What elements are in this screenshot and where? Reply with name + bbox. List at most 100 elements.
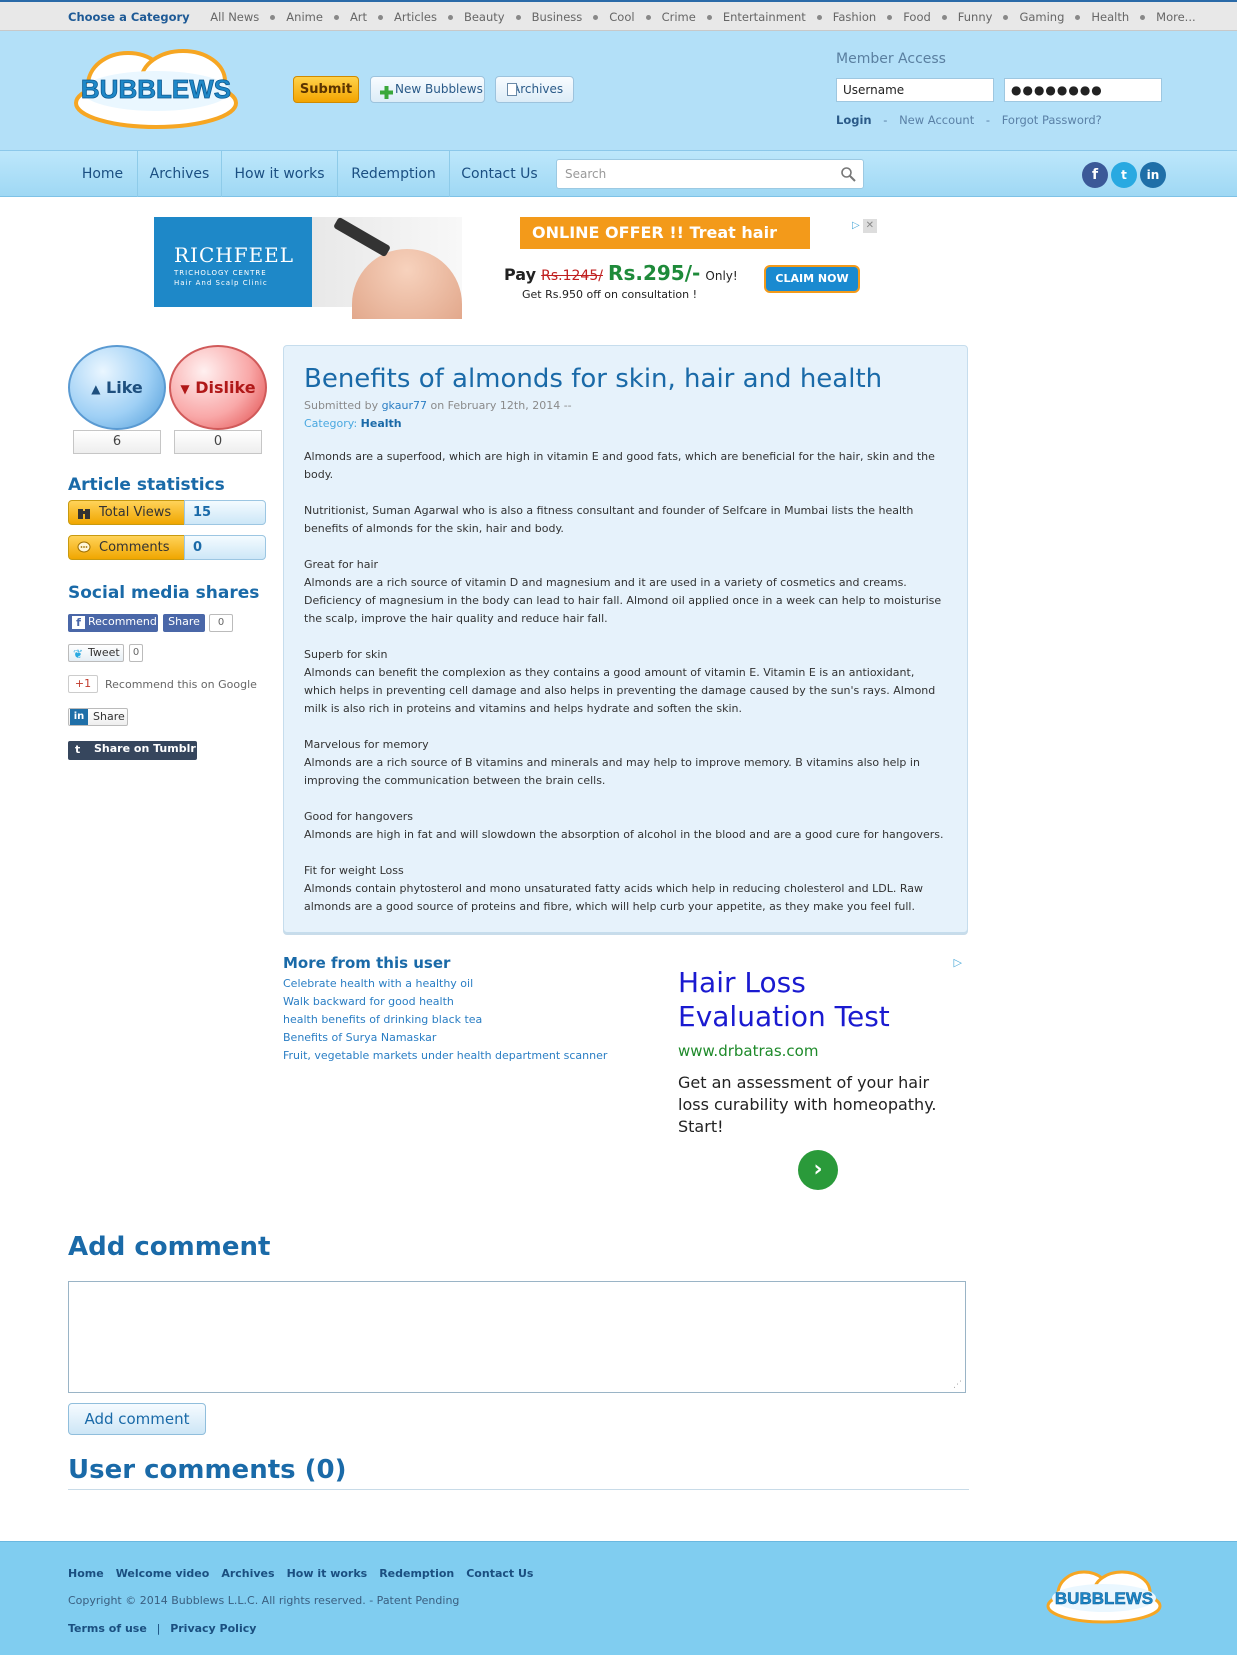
speech-bubble-icon: [77, 540, 91, 554]
ad-head-image: [312, 216, 462, 319]
member-links: Login - New Account - Forgot Password?: [836, 113, 1102, 127]
category-link[interactable]: Crime: [662, 10, 696, 24]
google-plus-one-button[interactable]: +1: [68, 675, 98, 693]
twitter-icon[interactable]: t: [1111, 162, 1137, 188]
archives-button[interactable]: Archives: [495, 76, 574, 103]
more-from-user-list: Celebrate health with a healthy oil Walk …: [283, 975, 607, 1065]
comb-image: [333, 216, 391, 258]
ad-discount: Get Rs.950 off on consultation !: [522, 288, 698, 301]
more-from-user-link[interactable]: Walk backward for good health: [283, 993, 607, 1011]
tweet-button[interactable]: ❦ Tweet: [68, 644, 124, 662]
facebook-share-button[interactable]: Share: [163, 614, 205, 632]
footer-link[interactable]: Archives: [221, 1567, 274, 1580]
copyright: Copyright © 2014 Bubblews L.L.C. All rig…: [68, 1594, 460, 1607]
nav-contact-us[interactable]: Contact Us: [450, 151, 549, 197]
category-link[interactable]: Anime: [286, 10, 323, 24]
category-link[interactable]: Beauty: [464, 10, 505, 24]
new-bubblews-button[interactable]: New Bubblews: [370, 76, 485, 103]
side-ad-url[interactable]: www.drbatras.com: [678, 1042, 818, 1060]
category-bar: Choose a Category All News Anime Art Articl…: [0, 0, 1237, 31]
category-link[interactable]: All News: [210, 10, 259, 24]
footer-link[interactable]: Redemption: [379, 1567, 454, 1580]
page: Choose a Category All News Anime Art Articl…: [0, 0, 1237, 1655]
comments-value: 0: [184, 535, 266, 560]
privacy-link[interactable]: Privacy Policy: [170, 1622, 256, 1635]
search-icon[interactable]: [840, 166, 856, 182]
separator-dot: [515, 15, 521, 20]
username-input[interactable]: Username: [836, 78, 994, 102]
category-link[interactable]: Health: [361, 417, 402, 430]
footer-links: Home Welcome video Archives How it works Red…: [68, 1567, 545, 1580]
richfeel-block: RICHFEEL TRICHOLOGY CENTRE Hair And Scal…: [154, 217, 312, 307]
article-paragraph: Superb for skin Almonds can benefit the …: [304, 648, 936, 715]
ad-choices-icon[interactable]: ▷: [954, 956, 962, 969]
search-input[interactable]: Search: [556, 159, 864, 189]
like-button[interactable]: ▲ Like: [68, 345, 166, 430]
category-link[interactable]: Business: [532, 10, 583, 24]
bubblews-logo[interactable]: BUBBLEWS: [68, 45, 248, 133]
terms-link[interactable]: Terms of use: [68, 1622, 147, 1635]
more-from-user-link[interactable]: Celebrate health with a healthy oil: [283, 975, 607, 993]
article-title: Benefits of almonds for skin, hair and h…: [304, 364, 883, 394]
tumblr-share-button[interactable]: t Share on Tumblr: [68, 741, 197, 760]
dislike-button[interactable]: ▼ Dislike: [169, 345, 267, 430]
footer-link[interactable]: Welcome video: [116, 1567, 210, 1580]
category-link[interactable]: Articles: [394, 10, 437, 24]
nav-archives[interactable]: Archives: [138, 151, 222, 197]
login-link[interactable]: Login: [836, 113, 872, 127]
resize-handle-icon[interactable]: ⋰: [953, 1380, 962, 1390]
linkedin-small-icon: in: [70, 709, 88, 725]
ad-choices-icon[interactable]: ▷ ✕: [852, 219, 882, 233]
ad-banner[interactable]: RICHFEEL TRICHOLOGY CENTRE Hair And Scal…: [154, 216, 883, 319]
archives-label: Archives: [512, 82, 564, 96]
category-link[interactable]: Entertainment: [723, 10, 806, 24]
document-icon: [507, 83, 517, 96]
category-link[interactable]: Gaming: [1019, 10, 1064, 24]
separator-dot: [1003, 15, 1009, 20]
comment-textarea[interactable]: ⋰: [68, 1281, 966, 1393]
footer-link[interactable]: How it works: [287, 1567, 368, 1580]
linkedin-icon[interactable]: in: [1140, 162, 1166, 188]
new-account-link[interactable]: New Account: [899, 113, 974, 127]
submit-button[interactable]: Submit: [293, 76, 359, 103]
more-from-user-link[interactable]: Benefits of Surya Namaskar: [283, 1029, 607, 1047]
separator-dot: [270, 15, 276, 20]
category-link[interactable]: Food: [903, 10, 931, 24]
footer-logo[interactable]: BUBBLEWS: [1044, 1566, 1164, 1626]
side-ad[interactable]: ▷ Hair Loss Evaluation Test www.drbatras…: [664, 950, 970, 1200]
footer-link[interactable]: Home: [68, 1567, 104, 1580]
ad-brand: RICHFEEL: [174, 243, 295, 267]
category-link[interactable]: More...: [1156, 10, 1195, 24]
nav-how-it-works[interactable]: How it works: [222, 151, 338, 197]
password-input[interactable]: ●●●●●●●●: [1004, 78, 1162, 102]
category-link[interactable]: Fashion: [833, 10, 876, 24]
separator-dot: [333, 15, 339, 20]
category-link[interactable]: Art: [350, 10, 367, 24]
category-link[interactable]: Cool: [609, 10, 634, 24]
category-label: Choose a Category: [68, 10, 190, 24]
more-from-user-link[interactable]: Fruit, vegetable markets under health de…: [283, 1047, 607, 1065]
forgot-password-link[interactable]: Forgot Password?: [1002, 113, 1102, 127]
bald-head-image: [352, 249, 462, 319]
up-arrow-icon: ▲: [91, 382, 101, 396]
facebook-recommend-button[interactable]: f Recommend: [68, 614, 158, 632]
category-link[interactable]: Funny: [958, 10, 993, 24]
separator-dot: [645, 15, 651, 20]
article-body: Almonds are a superfood, which are high …: [304, 448, 949, 934]
facebook-small-icon: f: [72, 616, 85, 629]
total-views-value: 15: [184, 500, 266, 525]
facebook-icon[interactable]: f: [1082, 162, 1108, 188]
more-from-user-link[interactable]: health benefits of drinking black tea: [283, 1011, 607, 1029]
category-link[interactable]: Health: [1091, 10, 1129, 24]
nav-redemption[interactable]: Redemption: [338, 151, 450, 197]
claim-now-button[interactable]: CLAIM NOW: [764, 265, 860, 293]
add-comment-button[interactable]: Add comment: [68, 1403, 206, 1435]
footer-link[interactable]: Contact Us: [466, 1567, 533, 1580]
side-ad-headline[interactable]: Hair Loss Evaluation Test: [678, 966, 918, 1034]
linkedin-share-button[interactable]: in Share: [68, 708, 128, 726]
logo-text: BUBBLEWS: [81, 74, 231, 104]
chevron-right-icon[interactable]: ›: [798, 1150, 838, 1190]
nav-home[interactable]: Home: [68, 151, 138, 197]
google-recommend-text: Recommend this on Google: [105, 678, 257, 691]
author-link[interactable]: gkaur77: [382, 399, 427, 412]
